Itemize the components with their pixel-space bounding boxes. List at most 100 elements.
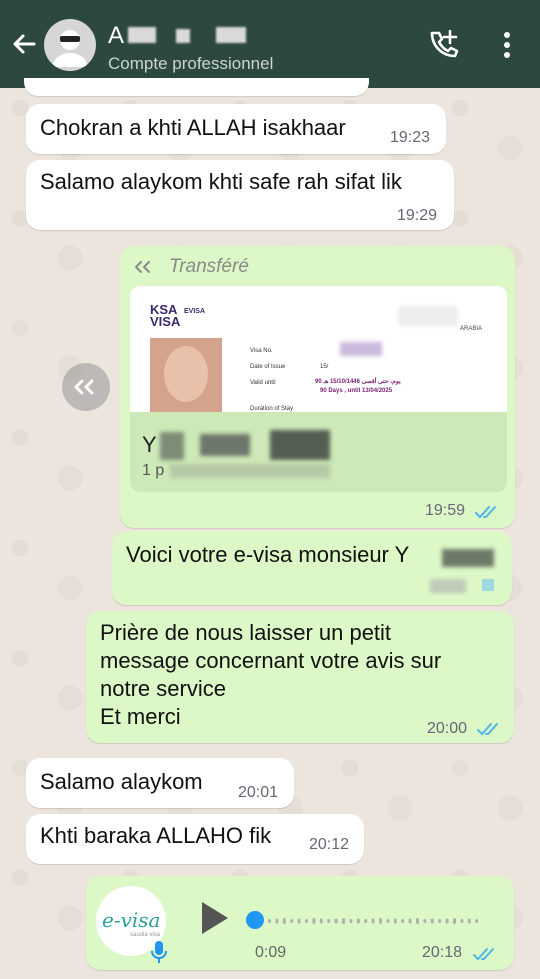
waveform-bar	[430, 918, 434, 924]
waveform-bar	[275, 918, 279, 924]
evisa-logo-sub: saudia visa	[130, 932, 161, 938]
double-check-icon	[475, 506, 496, 519]
redaction	[270, 430, 330, 460]
date-issue-label: Date of Issue	[250, 364, 286, 370]
forward-button[interactable]	[62, 363, 110, 411]
waveform-bar	[334, 918, 338, 924]
waveform-bar	[268, 919, 271, 923]
voice-waveform[interactable]	[268, 906, 488, 936]
waveform-bar	[453, 918, 456, 924]
redaction	[160, 432, 184, 460]
message-time: 19:23	[390, 129, 431, 146]
message-time: 20:12	[309, 836, 350, 853]
add-call-icon[interactable]	[426, 28, 460, 62]
ksa-visa-logo: KSA VISA	[150, 302, 181, 329]
message-time: 20:01	[238, 784, 279, 801]
evisa-logo: EVISA	[184, 308, 206, 315]
waveform-bar	[282, 918, 286, 924]
waveform-bar	[297, 918, 301, 924]
waveform-bar	[408, 918, 412, 924]
message-bubble[interactable]: Chokran a khti ALLAH isakhaar 19:23	[26, 104, 446, 154]
visa-document-image[interactable]: KSA VISA EVISA ARABIA Visa No. Date of Is…	[130, 286, 507, 412]
waveform-bar	[401, 919, 405, 923]
message-time: 19:59	[425, 502, 466, 519]
message-time: 20:00	[427, 720, 468, 737]
message-text: Salamo alaykom khti safe rah sifat lik	[40, 169, 402, 194]
saudi-emblem-text	[398, 306, 458, 326]
microphone-icon	[151, 941, 167, 963]
waveform-bar	[386, 919, 390, 923]
waveform-bar	[445, 918, 449, 924]
message-bubble[interactable]: Salamo alaykom khti safe rah sifat lik 1…	[26, 160, 454, 230]
message-text: Prière de nous laisser un petit message …	[100, 620, 442, 729]
double-check-icon	[477, 723, 498, 736]
waveform-bar	[364, 919, 368, 923]
caption-line1: Y	[142, 432, 157, 457]
visa-no-label: Visa No.	[250, 348, 273, 354]
waveform-bar	[379, 918, 382, 924]
message-bubble[interactable]: Salamo alaykom 20:01	[26, 758, 294, 808]
voice-sender-avatar: e-visa saudia visa	[96, 886, 167, 963]
forwarded-label: Transféré	[169, 256, 249, 277]
evisa-logo-text: e-visa	[102, 908, 161, 932]
waveform-bar	[371, 918, 375, 924]
name-redaction	[128, 27, 157, 43]
waveform-bar	[290, 919, 294, 923]
waveform-bar	[416, 918, 419, 924]
waveform-bar	[342, 918, 345, 924]
more-options-icon[interactable]	[495, 30, 519, 60]
message-bubble[interactable]: Prière de nous laisser un petit message …	[86, 611, 514, 743]
message-text: Salamo alaykom	[40, 769, 203, 794]
waveform-bar	[305, 919, 308, 923]
visa-document-card[interactable]: KSA VISA EVISA ARABIA Visa No. Date of Is…	[130, 286, 507, 492]
play-icon[interactable]	[198, 900, 230, 936]
message-bubble-partial	[24, 78, 369, 96]
back-arrow-icon[interactable]	[8, 28, 40, 60]
voice-duration: 0:09	[255, 944, 287, 961]
valid-until-value-ar: 90 يوم، حتى أقصى 15/10/1446 هـ	[315, 379, 401, 385]
double-check-icon	[473, 948, 494, 961]
visa-caption: Y 1 p	[130, 412, 507, 492]
voice-message-bubble[interactable]: e-visa saudia visa 0:09 20:18	[86, 876, 514, 970]
arabia-text: ARABIA	[460, 326, 483, 332]
message-bubble[interactable]: Voici votre e-visa monsieur Y	[112, 531, 512, 605]
forwarded-icon	[135, 261, 150, 273]
waveform-bar	[312, 918, 316, 924]
message-time: 19:29	[397, 207, 438, 224]
valid-until-label: Valid until	[250, 380, 276, 386]
date-issue-value: 15/	[320, 364, 329, 370]
message-time: 20:18	[422, 944, 463, 961]
waveform-bar	[319, 918, 323, 924]
message-text: Voici votre e-visa monsieur Y	[126, 542, 410, 567]
name-redaction	[176, 29, 191, 43]
waveform-bar	[356, 918, 360, 924]
waveform-bar	[460, 919, 464, 923]
forward-icon	[74, 379, 94, 395]
caption-line2: 1 p	[142, 462, 165, 479]
contact-subtitle: Compte professionnel	[108, 54, 274, 73]
photo	[150, 338, 222, 412]
message-bubble[interactable]: Khti baraka ALLAHO fik 20:12	[26, 814, 364, 864]
waveform-bar	[438, 919, 442, 923]
redaction	[442, 549, 494, 567]
waveform-bar	[349, 919, 353, 923]
redaction	[430, 579, 466, 593]
waveform-bar	[423, 919, 427, 923]
valid-until-value: 90 Days , until 13/04/2025	[320, 388, 393, 394]
redaction	[482, 579, 494, 591]
redaction	[170, 464, 330, 478]
voice-progress-dot[interactable]	[246, 911, 264, 929]
avatar-person-icon	[52, 30, 88, 67]
redaction	[200, 434, 250, 456]
waveform-bar	[475, 919, 479, 923]
contact-avatar[interactable]	[44, 19, 96, 71]
waveform-bar	[393, 918, 397, 924]
chat-header: A Compte professionnel	[0, 0, 540, 88]
redaction	[340, 342, 382, 356]
name-redaction	[216, 27, 247, 43]
waveform-bar	[467, 918, 471, 924]
message-text: Chokran a khti ALLAH isakhaar	[40, 115, 346, 140]
contact-name[interactable]: A	[108, 22, 247, 50]
message-text: Khti baraka ALLAHO fik	[40, 823, 272, 848]
waveform-bar	[327, 919, 331, 923]
